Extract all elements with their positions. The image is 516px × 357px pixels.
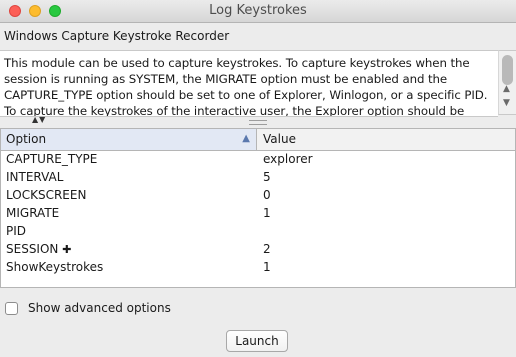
column-header-option-label: Option bbox=[6, 132, 47, 146]
description-scrollbar[interactable]: ▲ ▼ bbox=[498, 50, 516, 115]
options-table: Option ▲ Value CAPTURE_TYPE explorer INT… bbox=[0, 128, 516, 288]
module-description-panel[interactable]: This module can be used to capture keyst… bbox=[0, 50, 498, 117]
option-name: ShowKeystrokes bbox=[6, 260, 104, 274]
options-table-header: Option ▲ Value bbox=[1, 129, 515, 151]
option-name-label: SESSION bbox=[6, 242, 59, 256]
option-name: PID bbox=[6, 224, 27, 238]
table-row[interactable]: ShowKeystrokes 1 bbox=[1, 259, 515, 277]
split-grip-icon[interactable] bbox=[249, 120, 267, 125]
module-description: This module can be used to capture keyst… bbox=[4, 56, 488, 117]
log-keystrokes-window: Log Keystrokes Windows Capture Keystroke… bbox=[0, 0, 516, 357]
module-name: Windows Capture Keystroke Recorder bbox=[4, 29, 230, 43]
table-row[interactable]: LOCKSCREEN 0 bbox=[1, 187, 515, 205]
option-value[interactable]: 1 bbox=[263, 206, 271, 220]
option-name: CAPTURE_TYPE bbox=[6, 152, 98, 166]
show-advanced-label[interactable]: Show advanced options bbox=[28, 301, 171, 315]
split-collapse-arrows-icon[interactable]: ▲▼ bbox=[32, 115, 46, 124]
description-scroll-thumb[interactable] bbox=[502, 55, 513, 85]
column-header-option[interactable]: Option ▲ bbox=[1, 129, 257, 150]
table-row[interactable]: CAPTURE_TYPE explorer bbox=[1, 151, 515, 169]
show-advanced-checkbox[interactable] bbox=[5, 302, 18, 315]
table-row[interactable]: SESSION ✚ 2 bbox=[1, 241, 515, 259]
option-name: LOCKSCREEN bbox=[6, 188, 87, 202]
launch-button[interactable]: Launch bbox=[226, 330, 288, 352]
table-row[interactable]: MIGRATE 1 bbox=[1, 205, 515, 223]
split-pane-divider[interactable]: ▲▼ bbox=[0, 115, 516, 128]
scroll-up-arrow-icon[interactable]: ▲ bbox=[503, 84, 510, 94]
title-bar: Log Keystrokes bbox=[0, 0, 516, 23]
column-header-value-label: Value bbox=[263, 132, 296, 146]
option-value[interactable]: 2 bbox=[263, 242, 271, 256]
option-value[interactable]: 5 bbox=[263, 170, 271, 184]
required-plus-icon: ✚ bbox=[62, 243, 72, 256]
table-row[interactable]: PID bbox=[1, 223, 515, 241]
sort-ascending-icon: ▲ bbox=[242, 133, 250, 144]
scroll-down-arrow-icon[interactable]: ▼ bbox=[503, 98, 510, 108]
table-row[interactable]: INTERVAL 5 bbox=[1, 169, 515, 187]
option-name: SESSION ✚ bbox=[6, 242, 71, 256]
option-value[interactable]: 0 bbox=[263, 188, 271, 202]
window-title: Log Keystrokes bbox=[209, 3, 307, 18]
option-name: INTERVAL bbox=[6, 170, 64, 184]
column-header-value[interactable]: Value bbox=[258, 129, 515, 150]
option-value[interactable]: 1 bbox=[263, 260, 271, 274]
option-name: MIGRATE bbox=[6, 206, 60, 220]
option-value[interactable]: explorer bbox=[263, 152, 313, 166]
